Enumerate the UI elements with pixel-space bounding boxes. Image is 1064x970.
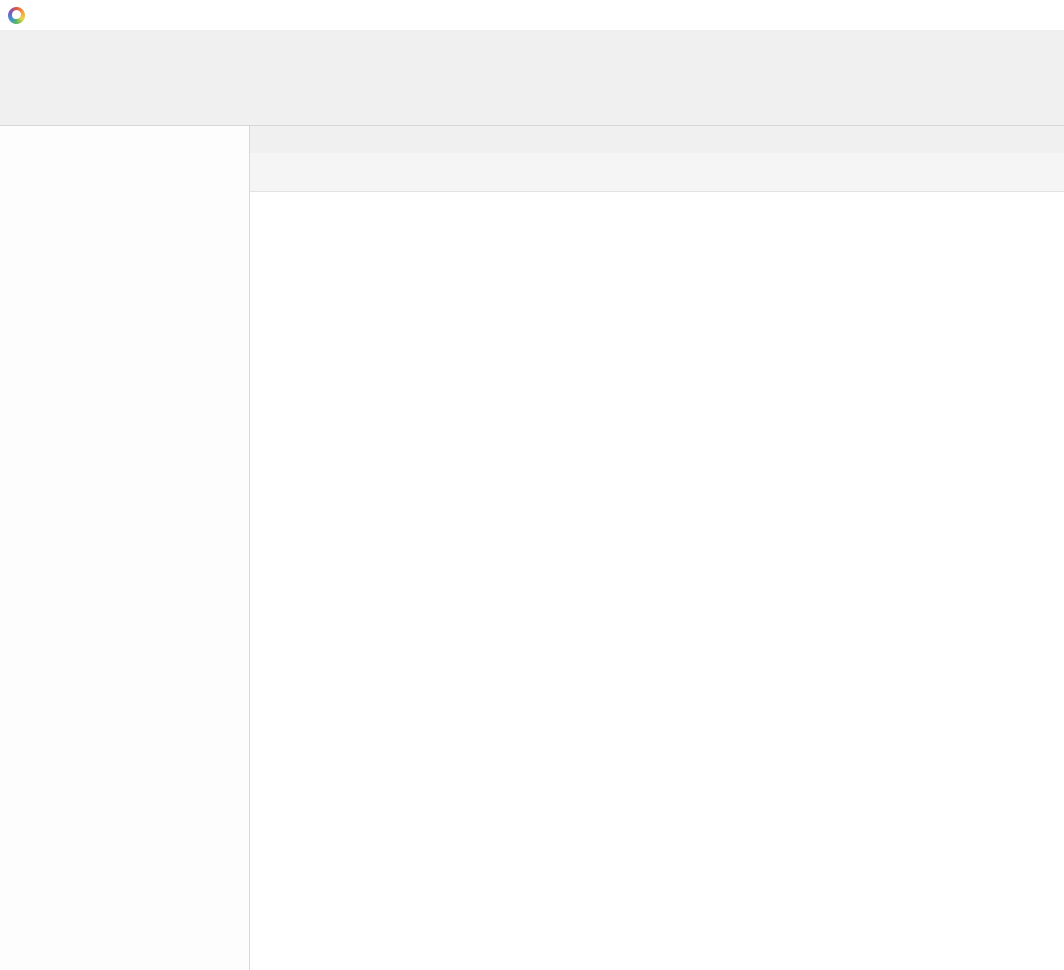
content-area bbox=[250, 126, 1064, 970]
data-grid bbox=[250, 192, 1064, 970]
main-area bbox=[0, 126, 1064, 970]
main-toolbar bbox=[0, 58, 1064, 126]
navicat-logo-icon bbox=[8, 7, 25, 24]
grid-toolbar bbox=[250, 153, 1064, 192]
connection-tree bbox=[0, 126, 250, 970]
menu-bar bbox=[0, 30, 1064, 58]
tab-bar bbox=[250, 126, 1064, 153]
title-bar bbox=[0, 0, 1064, 30]
